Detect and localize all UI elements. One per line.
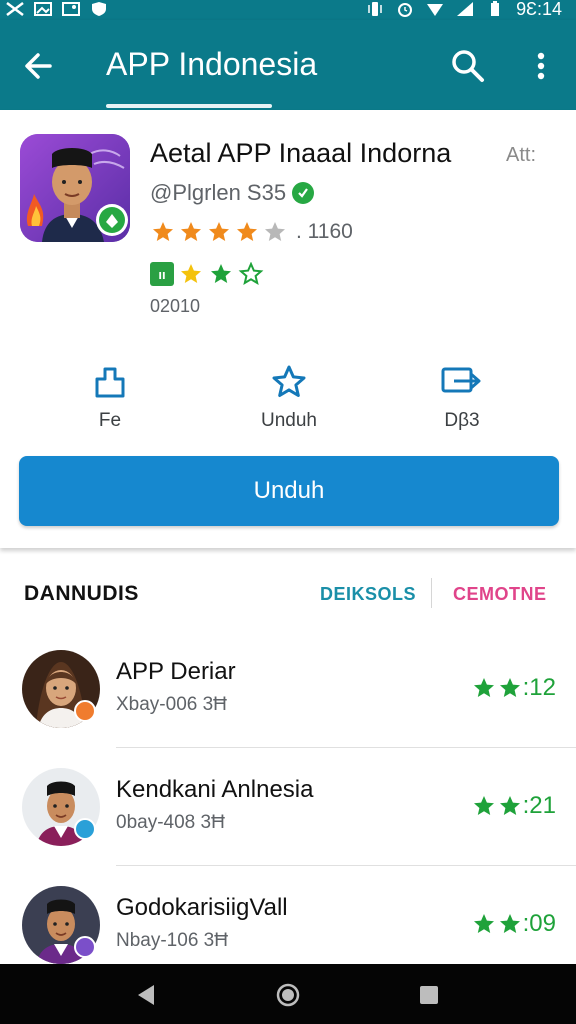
tab-divider (431, 578, 432, 608)
star-icon (272, 365, 306, 397)
battery-icon (486, 1, 504, 17)
list-item-title: Kendkani Anlnesia (116, 776, 314, 803)
star-filled-icon (237, 222, 257, 241)
star-yellow-icon (181, 264, 201, 283)
home-nav-icon[interactable] (275, 982, 301, 1008)
app-detail-card: Aetal APP Inaaal Indorna Att: @Plgrlen S… (0, 110, 576, 548)
back-arrow-icon[interactable] (20, 46, 60, 86)
list-item-rating-value: :09 (522, 910, 556, 937)
star-filled-icon (181, 222, 201, 241)
avatar-badge (74, 818, 96, 840)
shield-icon (90, 1, 108, 17)
avatar-badge (74, 700, 96, 722)
recents-nav-icon[interactable] (416, 982, 442, 1008)
navigation-bar (0, 964, 576, 1024)
star-outline-icon (238, 262, 264, 286)
forward-icon (441, 367, 481, 393)
list-item-rating: :21 (471, 792, 556, 820)
star-filled-icon (473, 796, 494, 815)
forward-action[interactable]: Dβ3 (402, 362, 522, 432)
vibrate-icon (366, 1, 384, 17)
list-item-subtitle: 0bay-408 3Ħ (116, 812, 225, 833)
list-item-title: GodokarisiigVall (116, 894, 288, 921)
star-filled-icon (499, 796, 520, 815)
list-item-rating: :12 (471, 674, 556, 702)
list-item-rating-value: :21 (522, 792, 556, 819)
star-filled-icon (209, 222, 229, 241)
wifi-icon (426, 1, 444, 17)
app-name: Aetal APP Inaaal Indorna (150, 138, 452, 168)
app-bar: APP Indonesia (0, 20, 576, 110)
alarm-icon (396, 1, 414, 17)
signal-icon (456, 1, 474, 17)
rating-count: . 1160 (296, 220, 353, 243)
status-time: 9Ɛ:14 (516, 0, 562, 19)
photo-icon (62, 1, 80, 17)
image-icon (34, 1, 52, 17)
developer-row: @Plgrlen S35 (150, 180, 315, 206)
developer-name[interactable]: @Plgrlen S35 (150, 180, 286, 206)
content-rating-icon: ıı (150, 262, 174, 286)
search-icon[interactable] (448, 46, 488, 86)
star-filled-icon (473, 678, 494, 697)
favorite-action[interactable]: Unduh (229, 362, 349, 432)
avatar-badge (74, 936, 96, 958)
list-item-subtitle: Xbay-006 3Ħ (116, 694, 227, 715)
status-bar: 9Ɛ:14 (0, 0, 576, 20)
share-action[interactable]: Fe (50, 362, 170, 432)
download-button[interactable]: Unduh (19, 456, 559, 526)
list-item-subtitle: Nbay-106 3Ħ (116, 930, 228, 951)
page-title: APP Indonesia (106, 46, 318, 82)
tab-deiksols[interactable]: DEIKSOLS (320, 584, 416, 605)
star-filled-icon (499, 914, 520, 933)
section-header: DANNUDIS DEIKSOLS CEMOTNE (0, 572, 576, 618)
tab-cemotne[interactable]: CEMOTNE (453, 584, 547, 605)
star-green-icon (211, 264, 231, 283)
list-item[interactable]: Kendkani Anlnesia 0bay-408 3Ħ :21 (0, 748, 576, 866)
list-item[interactable]: APP Deriar Xbay-006 3Ħ :12 (0, 630, 576, 748)
list-item-rating-value: :12 (522, 674, 556, 701)
size-text: 02010 (150, 296, 201, 316)
star-filled-icon (473, 914, 494, 933)
favorite-action-label: Unduh (261, 410, 317, 431)
star-filled-icon (499, 678, 520, 697)
more-options-icon[interactable] (526, 46, 556, 86)
app-tag: Att: (506, 144, 537, 166)
app-icon[interactable] (20, 134, 130, 242)
action-row: Fe Unduh Dβ3 (0, 362, 576, 442)
verified-badge-icon (292, 182, 315, 204)
star-filled-icon (153, 222, 173, 241)
section-title: DANNUDIS (24, 582, 139, 605)
forward-action-label: Dβ3 (444, 410, 480, 431)
notification-icon (6, 1, 24, 17)
badge-row: ıı (150, 262, 264, 286)
share-action-label: Fe (98, 410, 122, 431)
list-item-rating: :09 (471, 910, 556, 938)
rating-row: . 1160 (150, 220, 353, 244)
back-nav-icon[interactable] (134, 982, 160, 1008)
tab-indicator (106, 104, 272, 108)
star-empty-icon (265, 222, 285, 241)
list-item-title: APP Deriar (116, 658, 236, 685)
share-icon (95, 367, 125, 398)
